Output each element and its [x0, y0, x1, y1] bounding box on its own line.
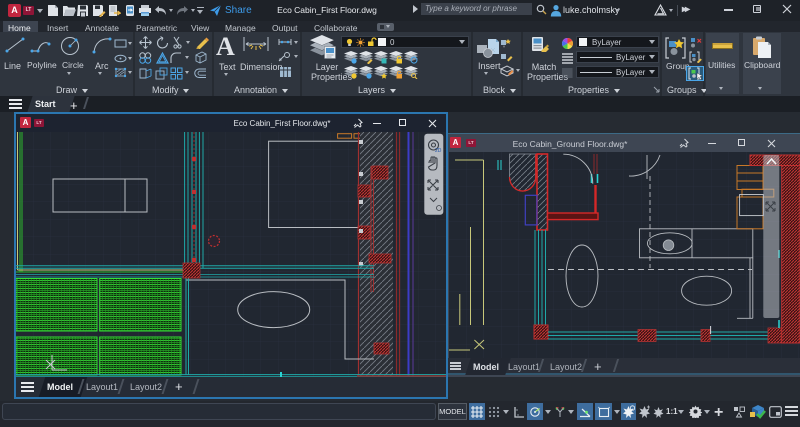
svg-text:2D: 2D	[435, 148, 442, 154]
